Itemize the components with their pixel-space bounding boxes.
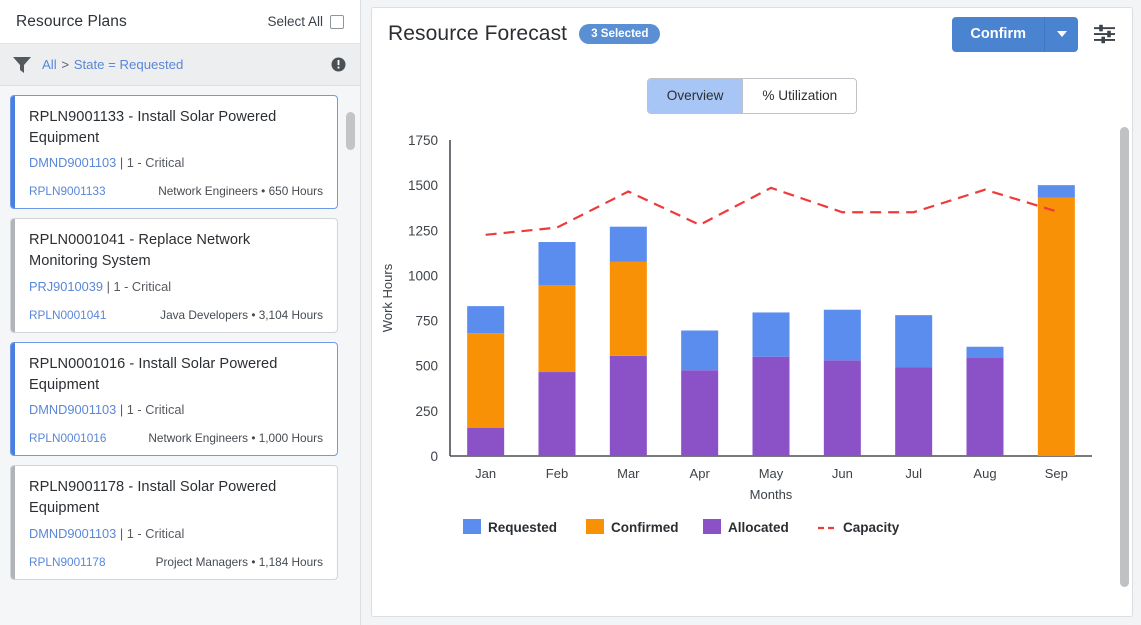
- plan-title: RPLN0001016 - Install Solar Powered Equi…: [29, 355, 278, 393]
- status-badge: 3 Selected: [579, 23, 661, 45]
- svg-text:Jul: Jul: [905, 466, 922, 481]
- svg-text:0: 0: [430, 449, 438, 464]
- svg-text:500: 500: [415, 359, 438, 374]
- plan-meta: PRJ9010039 | 1 - Critical: [29, 279, 323, 294]
- list-item[interactable]: RPLN0001041 - Replace Network Monitoring…: [10, 218, 338, 333]
- svg-text:Sep: Sep: [1045, 466, 1068, 481]
- svg-text:Feb: Feb: [546, 466, 568, 481]
- chart-view-tabs: Overview % Utilization: [372, 78, 1132, 114]
- app-root: Resource Plans Select All All > State = …: [0, 0, 1141, 625]
- plan-priority: | 1 - Critical: [119, 155, 185, 171]
- forecast-panel-wrapper: Resource Forecast 3 Selected Confirm Ove…: [361, 0, 1141, 625]
- plan-meta: DMND9001103 | 1 - Critical: [29, 526, 323, 541]
- plan-id-link[interactable]: RPLN9001133: [29, 184, 106, 198]
- chart-canvas: 0 250 500 750 1000 1250 1500 1750 Work Hours Jan F…: [380, 133, 1092, 535]
- plan-resource-summary: Network Engineers • 1,000 Hours: [148, 431, 323, 446]
- resource-plans-header: Resource Plans Select All: [0, 0, 360, 44]
- svg-text:Work Hours: Work Hours: [380, 263, 395, 332]
- confirm-split-button[interactable]: Confirm: [952, 16, 1078, 52]
- plan-footer: RPLN0001016 Network Engineers • 1,000 Ho…: [29, 431, 323, 445]
- svg-text:Mar: Mar: [617, 466, 640, 481]
- plan-resource-summary: Network Engineers • 650 Hours: [158, 184, 323, 199]
- svg-text:1000: 1000: [408, 268, 438, 283]
- list-item[interactable]: RPLN9001133 - Install Solar Powered Equi…: [10, 95, 338, 210]
- plan-title: RPLN0001041 - Replace Network Monitoring…: [29, 232, 251, 270]
- plan-footer: RPLN0001041 Java Developers • 3,104 Hour…: [29, 308, 323, 322]
- forecast-header: Resource Forecast 3 Selected Confirm: [372, 8, 1132, 60]
- plan-id-link[interactable]: RPLN0001041: [29, 308, 106, 322]
- svg-text:Requested: Requested: [488, 520, 557, 535]
- chevron-down-icon: [1056, 31, 1067, 37]
- tab-group: Overview % Utilization: [646, 78, 858, 114]
- select-all-control[interactable]: Select All: [267, 14, 344, 29]
- forecast-scrollbar[interactable]: [1120, 10, 1129, 614]
- page-title: Resource Plans: [16, 12, 127, 30]
- svg-text:Aug: Aug: [973, 466, 996, 481]
- svg-text:Jan: Jan: [475, 466, 496, 481]
- svg-text:Confirmed: Confirmed: [611, 520, 679, 535]
- svg-text:Capacity: Capacity: [843, 520, 900, 535]
- forecast-chart: 0 250 500 750 1000 1250 1500 1750 Work Hours Jan F…: [372, 128, 1132, 548]
- list-scrollbar-thumb[interactable]: [346, 112, 355, 150]
- breadcrumb-scope[interactable]: All: [42, 57, 57, 72]
- svg-text:1750: 1750: [408, 133, 438, 148]
- list-item[interactable]: RPLN9001178 - Install Solar Powered Equi…: [10, 465, 338, 580]
- plan-parent-link[interactable]: DMND9001103: [29, 402, 116, 417]
- tab-overview[interactable]: Overview: [647, 79, 743, 113]
- plan-resource-summary: Project Managers • 1,184 Hours: [155, 554, 323, 569]
- plan-priority: | 1 - Critical: [106, 278, 172, 294]
- breadcrumb: All > State = Requested: [42, 57, 183, 72]
- filter-bar: All > State = Requested: [0, 44, 360, 86]
- resource-plans-panel: Resource Plans Select All All > State = …: [0, 0, 361, 625]
- breadcrumb-condition[interactable]: State = Requested: [74, 57, 184, 72]
- svg-text:Jun: Jun: [832, 466, 853, 481]
- svg-text:Months: Months: [750, 487, 793, 502]
- forecast-title: Resource Forecast: [388, 22, 568, 45]
- settings-sliders-button[interactable]: [1092, 22, 1118, 46]
- resource-forecast-panel: Resource Forecast 3 Selected Confirm Ove…: [371, 7, 1133, 617]
- select-all-label: Select All: [267, 14, 323, 29]
- info-icon[interactable]: [331, 57, 346, 72]
- plan-meta: DMND9001103 | 1 - Critical: [29, 402, 323, 417]
- breadcrumb-separator: >: [61, 57, 70, 72]
- confirm-button[interactable]: Confirm: [952, 17, 1044, 52]
- plan-meta: DMND9001103 | 1 - Critical: [29, 155, 323, 170]
- forecast-actions: Confirm: [952, 16, 1118, 52]
- plan-parent-link[interactable]: DMND9001103: [29, 526, 116, 541]
- tab-utilization[interactable]: % Utilization: [742, 79, 857, 113]
- list-item[interactable]: RPLN0001016 - Install Solar Powered Equi…: [10, 341, 338, 457]
- filter-icon[interactable]: [12, 56, 32, 74]
- forecast-scrollbar-thumb[interactable]: [1120, 127, 1129, 587]
- plan-title: RPLN9001133 - Install Solar Powered Equi…: [29, 109, 277, 146]
- svg-text:750: 750: [415, 314, 438, 329]
- select-all-checkbox[interactable]: [330, 14, 344, 29]
- svg-text:1250: 1250: [408, 223, 438, 238]
- svg-text:1500: 1500: [408, 178, 438, 193]
- plan-id-link[interactable]: RPLN0001016: [29, 431, 106, 445]
- plan-footer: RPLN9001133 Network Engineers • 650 Hour…: [29, 184, 323, 198]
- list-scrollbar[interactable]: [346, 86, 355, 625]
- resource-plan-list[interactable]: RPLN9001133 - Install Solar Powered Equi…: [0, 86, 360, 625]
- plan-id-link[interactable]: RPLN9001178: [29, 555, 106, 569]
- plan-footer: RPLN9001178 Project Managers • 1,184 Hou…: [29, 555, 323, 569]
- svg-text:250: 250: [415, 404, 438, 419]
- plan-priority: | 1 - Critical: [119, 402, 185, 418]
- plan-parent-link[interactable]: PRJ9010039: [29, 279, 103, 294]
- confirm-dropdown-toggle[interactable]: [1044, 16, 1078, 52]
- svg-text:Allocated: Allocated: [728, 520, 789, 535]
- plan-resource-summary: Java Developers • 3,104 Hours: [160, 307, 323, 322]
- svg-text:Apr: Apr: [690, 466, 711, 481]
- svg-text:May: May: [759, 466, 784, 481]
- plan-title: RPLN9001178 - Install Solar Powered Equi…: [29, 479, 277, 517]
- plan-priority: | 1 - Critical: [119, 525, 185, 541]
- plan-parent-link[interactable]: DMND9001103: [29, 155, 116, 170]
- sliders-icon: [1094, 24, 1115, 44]
